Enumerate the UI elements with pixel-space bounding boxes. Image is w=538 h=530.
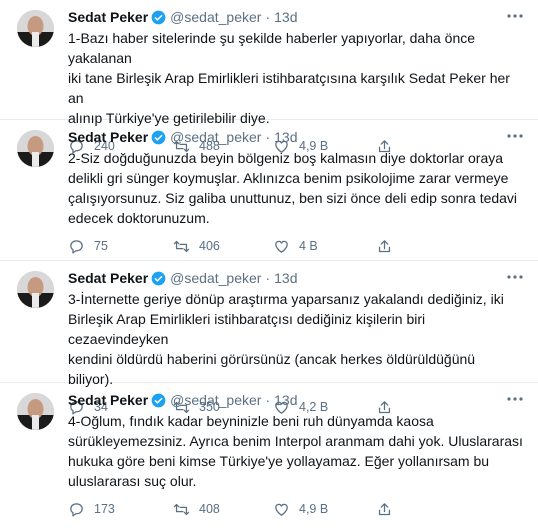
reply-count: 173 <box>94 502 115 516</box>
timestamp[interactable]: 13d <box>274 9 297 25</box>
timestamp[interactable]: 13d <box>274 392 297 408</box>
tweet-text: 1-Bazı haber sitelerinde şu şekilde habe… <box>68 30 510 126</box>
separator-dot: · <box>265 270 271 286</box>
verified-badge-icon <box>151 271 166 285</box>
author-handle[interactable]: @sedat_peker <box>170 9 261 25</box>
verified-badge-icon <box>151 130 166 144</box>
tweet-text: 4-Oğlum, fındık kadar beyninizle beni ru… <box>68 413 523 489</box>
avatar[interactable] <box>17 271 54 308</box>
retweet-icon <box>173 503 190 515</box>
author-name[interactable]: Sedat Peker <box>68 270 148 286</box>
tweet-text: 2-Siz doğduğunuzda beyin bölgeniz boş ka… <box>68 150 518 226</box>
verified-badge-icon <box>151 10 166 24</box>
timestamp[interactable]: 13d <box>274 270 297 286</box>
tweet-header: Sedat Peker @sedat_peker · 13d <box>68 390 524 410</box>
retweet-button[interactable]: 408 <box>173 501 273 518</box>
author-handle[interactable]: @sedat_peker <box>170 270 261 286</box>
share-icon <box>378 502 391 515</box>
avatar[interactable] <box>17 130 54 167</box>
timestamp[interactable]: 13d <box>274 129 297 145</box>
like-count: 4 B <box>299 239 318 253</box>
avatar[interactable] <box>17 10 54 47</box>
like-icon <box>275 503 288 516</box>
separator-dot: · <box>265 9 271 25</box>
reply-icon <box>70 502 83 517</box>
share-icon <box>378 239 391 252</box>
author-name[interactable]: Sedat Peker <box>68 9 148 25</box>
retweet-count: 406 <box>199 239 220 253</box>
more-options-icon[interactable] <box>505 9 525 23</box>
separator-dot: · <box>265 129 271 145</box>
author-name[interactable]: Sedat Peker <box>68 129 148 145</box>
author-handle[interactable]: @sedat_peker <box>170 392 261 408</box>
tweet[interactable]: Sedat Peker @sedat_peker · 13d 4-Oğlum, … <box>0 383 538 527</box>
share-button[interactable] <box>376 238 402 255</box>
author-name[interactable]: Sedat Peker <box>68 392 148 408</box>
like-count: 4,9 B <box>299 502 329 516</box>
more-options-icon[interactable] <box>505 129 525 143</box>
retweet-button[interactable]: 406 <box>173 238 273 255</box>
reply-count: 75 <box>94 239 108 253</box>
share-button[interactable] <box>376 501 402 518</box>
like-button[interactable]: 4,9 B <box>273 501 376 518</box>
more-options-icon[interactable] <box>505 392 525 406</box>
reply-button[interactable]: 75 <box>68 238 171 255</box>
tweet[interactable]: Sedat Peker @sedat_peker · 13d 3-İnterne… <box>0 261 538 415</box>
author-handle[interactable]: @sedat_peker <box>170 129 261 145</box>
reply-icon <box>70 239 83 254</box>
tweet[interactable]: Sedat Peker @sedat_peker · 13d 2-Siz doğ… <box>0 120 538 261</box>
tweet-actions: 173 408 4,9 B <box>68 500 524 530</box>
tweet-text: 3-İnternette geriye dönüp araştırma yapa… <box>68 291 504 387</box>
timeline: Sedat Peker @sedat_peker · 13d 1-Bazı ha… <box>0 0 538 527</box>
verified-badge-icon <box>151 393 166 407</box>
like-icon <box>275 240 288 253</box>
like-button[interactable]: 4 B <box>273 238 376 255</box>
retweet-icon <box>173 240 190 252</box>
retweet-count: 408 <box>199 502 220 516</box>
tweet-header: Sedat Peker @sedat_peker · 13d <box>68 7 524 27</box>
tweet-header: Sedat Peker @sedat_peker · 13d <box>68 268 524 288</box>
reply-button[interactable]: 173 <box>68 501 171 518</box>
separator-dot: · <box>265 392 271 408</box>
tweet-header: Sedat Peker @sedat_peker · 13d <box>68 127 524 147</box>
avatar[interactable] <box>17 393 54 430</box>
tweet[interactable]: Sedat Peker @sedat_peker · 13d 1-Bazı ha… <box>0 0 538 154</box>
more-options-icon[interactable] <box>505 270 525 284</box>
